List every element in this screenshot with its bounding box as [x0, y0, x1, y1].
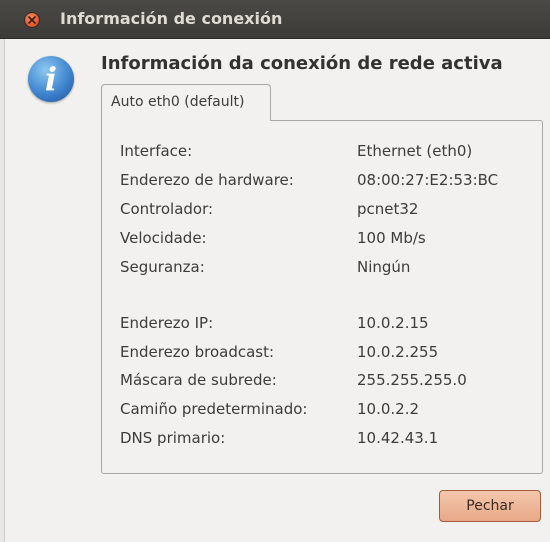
title-bar: Información de conexión: [0, 0, 550, 39]
detail-row-hardware-address: Enderezo de hardware: 08:00:27:E2:53:BC: [102, 171, 542, 193]
detail-label: Seguranza:: [120, 258, 205, 276]
detail-value: 255.255.255.0: [357, 371, 467, 389]
detail-label: Controlador:: [120, 200, 214, 218]
window-close-button[interactable]: [24, 12, 40, 28]
detail-label: Velocidade:: [120, 229, 207, 247]
detail-row-speed: Velocidade: 100 Mb/s: [102, 229, 542, 251]
detail-row-interface: Interface: Ethernet (eth0): [102, 142, 542, 164]
detail-value: 100 Mb/s: [357, 229, 426, 247]
detail-value: 10.0.2.2: [357, 400, 420, 418]
detail-row-driver: Controlador: pcnet32: [102, 200, 542, 222]
detail-label: DNS primario:: [120, 429, 226, 447]
connection-details-panel: Interface: Ethernet (eth0) Enderezo de h…: [101, 120, 543, 474]
dialog-heading: Información da conexión de rede activa: [101, 53, 503, 74]
window-left-edge: [0, 39, 5, 542]
detail-row-default-route: Camiño predeterminado: 10.0.2.2: [102, 400, 542, 422]
detail-value: 10.42.43.1: [357, 429, 439, 447]
detail-label: Máscara de subrede:: [120, 371, 277, 389]
detail-value: pcnet32: [357, 200, 419, 218]
detail-value: 08:00:27:E2:53:BC: [357, 171, 499, 189]
detail-value: Ethernet (eth0): [357, 142, 473, 160]
detail-row-primary-dns: DNS primario: 10.42.43.1: [102, 429, 542, 451]
detail-label: Enderezo IP:: [120, 314, 214, 332]
detail-label: Enderezo de hardware:: [120, 171, 294, 189]
detail-row-ip-address: Enderezo IP: 10.0.2.15: [102, 314, 542, 336]
detail-value: 10.0.2.15: [357, 314, 429, 332]
close-icon: [28, 16, 36, 24]
detail-value: Ningún: [357, 258, 411, 276]
detail-row-broadcast-address: Enderezo broadcast: 10.0.2.255: [102, 343, 542, 365]
detail-label: Interface:: [120, 142, 193, 160]
detail-label: Enderezo broadcast:: [120, 343, 275, 361]
window-title: Información de conexión: [60, 9, 283, 28]
detail-label: Camiño predeterminado:: [120, 400, 308, 418]
tab-auto-eth0[interactable]: Auto eth0 (default): [101, 84, 271, 121]
tab-label: Auto eth0 (default): [111, 94, 245, 110]
detail-row-security: Seguranza: Ningún: [102, 258, 542, 280]
close-button[interactable]: Pechar: [439, 490, 541, 522]
info-icon: i: [28, 56, 74, 102]
detail-row-subnet-mask: Máscara de subrede: 255.255.255.0: [102, 371, 542, 393]
detail-value: 10.0.2.255: [357, 343, 439, 361]
